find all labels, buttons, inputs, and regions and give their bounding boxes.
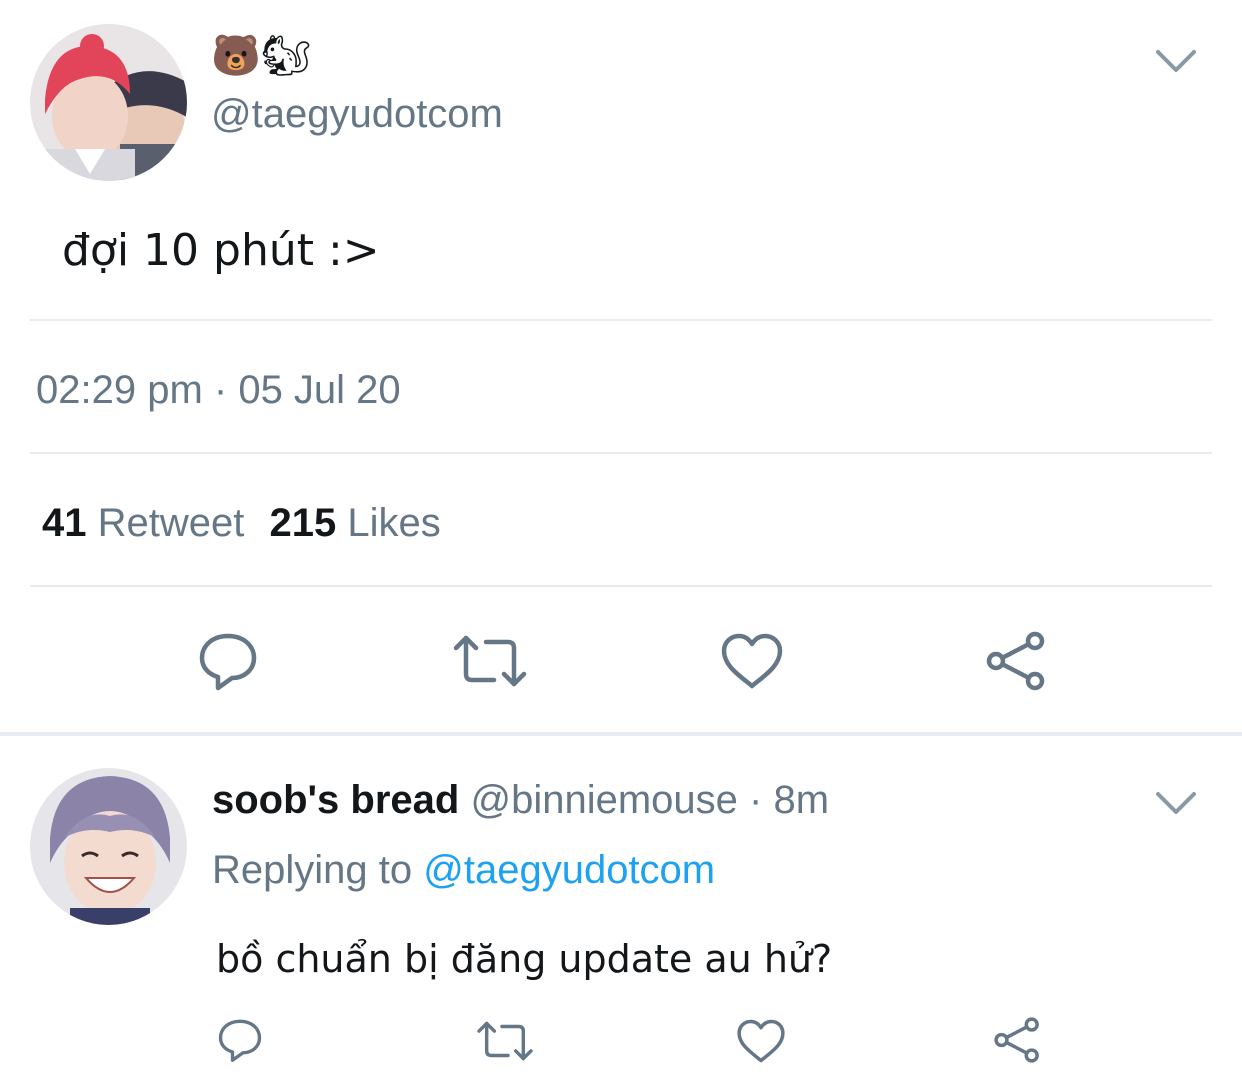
avatar[interactable] [30,24,187,181]
display-name[interactable]: soob's bread [212,778,459,822]
tweet-timestamp[interactable]: 02:29 pm · 05 Jul 20 [36,366,401,414]
reply-button[interactable] [196,630,260,692]
avatar-image [30,768,187,925]
tweet-text: đợi 10 phút :> [62,225,380,276]
like-count: 215 [269,501,337,545]
retweet-count: 41 [42,501,87,545]
reply-icon [199,633,257,691]
chevron-down-icon [1156,50,1196,72]
user-handle[interactable]: @taegyudotcom [211,90,503,138]
like-stat[interactable]: 215 Likes [270,501,441,545]
like-button[interactable] [736,1018,786,1064]
divider [30,452,1212,454]
divider [30,585,1212,587]
chevron-down-icon [1156,792,1196,814]
display-name[interactable]: 🐻🐿 [211,30,312,82]
like-icon [721,633,783,689]
retweet-button[interactable] [476,1020,534,1062]
like-label: Likes [347,501,441,545]
separator-dot: · [749,778,763,822]
user-handle[interactable]: @binniemouse [470,778,737,822]
replying-to: Replying to @taegyudotcom [212,846,715,894]
share-button[interactable] [984,630,1048,692]
reply-button[interactable] [216,1016,264,1064]
tweet-text: bồ chuẩn bị đăng update au hử? [216,937,833,981]
tweet-time-ago[interactable]: 8m [773,778,829,822]
retweet-icon [453,635,527,687]
share-icon [986,631,1045,691]
divider [30,319,1212,321]
like-icon [737,1019,785,1063]
tweet-stats: 41 Retweet 215 Likes [42,499,441,547]
tweet-menu-button[interactable] [1152,44,1200,78]
reply-header: soob's bread @binniemouse · 8m [212,776,829,824]
reply-icon [218,1019,262,1062]
share-button[interactable] [992,1016,1042,1064]
retweet-button[interactable] [452,634,528,688]
replying-to-label: Replying to [212,848,413,892]
avatar[interactable] [30,768,187,925]
retweet-icon [477,1021,533,1061]
retweet-label: Retweet [97,501,245,545]
like-button[interactable] [720,632,784,690]
avatar-image [30,24,187,181]
tweet-separator [0,732,1242,736]
tweet-menu-button[interactable] [1152,786,1200,820]
replying-to-link[interactable]: @taegyudotcom [423,848,715,892]
retweet-stat[interactable]: 41 Retweet [42,501,256,545]
share-icon [994,1017,1039,1063]
